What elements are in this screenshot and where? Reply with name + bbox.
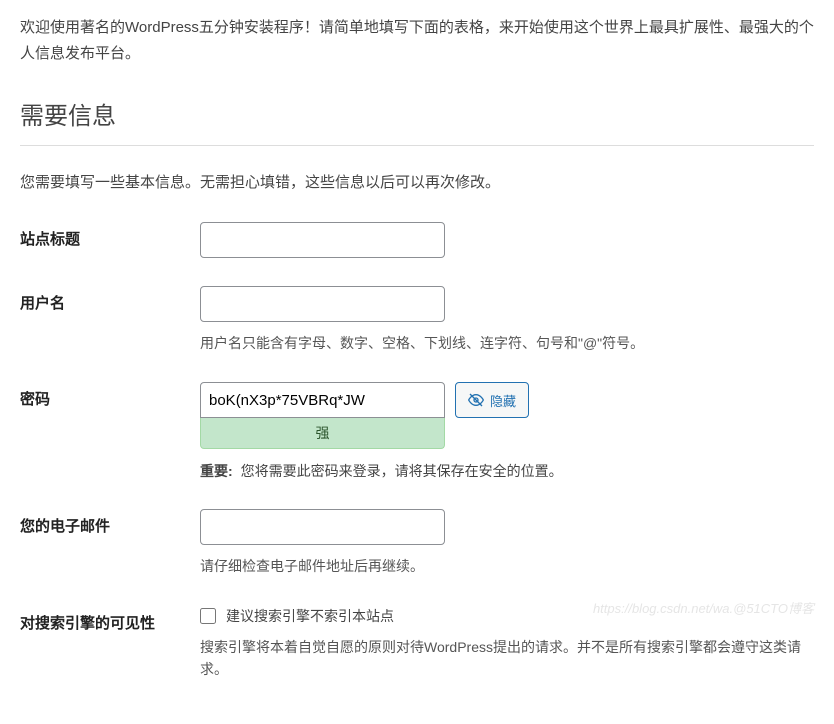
watermark: https://blog.csdn.net/wa.@51CTO博客 (593, 598, 814, 617)
welcome-text: 欢迎使用著名的WordPress五分钟安装程序！请简单地填写下面的表格，来开始使… (20, 15, 814, 66)
site-title-label: 站点标题 (20, 222, 200, 249)
heading-required-info: 需要信息 (20, 96, 814, 131)
password-important-text: 您将需要此密码来登录，请将其保存在安全的位置。 (241, 461, 563, 481)
eye-slash-icon (468, 392, 484, 408)
search-engine-checkbox[interactable] (200, 608, 216, 624)
email-label: 您的电子邮件 (20, 509, 200, 536)
info-text: 您需要填写一些基本信息。无需担心填错，这些信息以后可以再次修改。 (20, 171, 814, 192)
site-title-input[interactable] (200, 222, 445, 258)
email-row: 您的电子邮件 请仔细检查电子邮件地址后再继续。 (20, 509, 814, 577)
password-row: 密码 强 隐藏 重要: 您将需要此密码来登录，请将其保存在安全的位置。 (20, 382, 814, 481)
password-strength-meter: 强 (200, 418, 445, 449)
search-engine-checkbox-label: 建议搜索引擎不索引本站点 (226, 606, 394, 626)
hide-password-button[interactable]: 隐藏 (455, 382, 529, 418)
site-title-row: 站点标题 (20, 222, 814, 258)
divider (20, 145, 814, 146)
email-input[interactable] (200, 509, 445, 545)
search-engine-hint: 搜索引擎将本着自觉自愿的原则对待WordPress提出的请求。并不是所有搜索引擎… (200, 636, 814, 681)
username-input[interactable] (200, 286, 445, 322)
username-row: 用户名 用户名只能含有字母、数字、空格、下划线、连字符、句号和"@"符号。 (20, 286, 814, 354)
hide-button-label: 隐藏 (490, 391, 516, 410)
username-hint: 用户名只能含有字母、数字、空格、下划线、连字符、句号和"@"符号。 (200, 332, 814, 354)
password-input[interactable] (200, 382, 445, 418)
search-engine-label: 对搜索引擎的可见性 (20, 606, 200, 633)
password-important-label: 重要: (200, 461, 233, 481)
email-hint: 请仔细检查电子邮件地址后再继续。 (200, 555, 814, 577)
password-label: 密码 (20, 382, 200, 409)
username-label: 用户名 (20, 286, 200, 313)
